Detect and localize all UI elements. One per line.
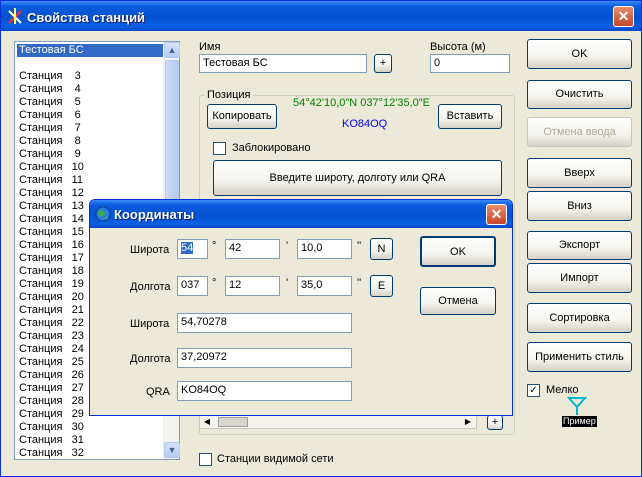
undo-input-button[interactable]: Отмена ввода: [527, 117, 632, 147]
ok-button[interactable]: OK: [527, 39, 632, 69]
scroll-up-icon[interactable]: ▲: [164, 42, 180, 58]
dialog-title: Координаты: [114, 207, 195, 222]
station-list-item[interactable]: Станция 3: [17, 70, 163, 83]
name-input[interactable]: Тестовая БС: [199, 54, 367, 73]
fine-checkbox[interactable]: ✓: [527, 384, 540, 397]
lon-deg-input[interactable]: 037: [177, 276, 208, 296]
name-plus-button[interactable]: +: [374, 54, 392, 73]
up-button[interactable]: Вверх: [527, 158, 632, 188]
sort-button[interactable]: Сортировка: [527, 303, 632, 333]
clear-button[interactable]: Очистить: [527, 80, 632, 109]
paste-button[interactable]: Вставить: [438, 104, 502, 129]
dialog-titlebar[interactable]: Координаты ✕: [90, 200, 512, 228]
globe-icon: [95, 206, 111, 222]
hscroll-thumb[interactable]: [218, 417, 248, 427]
scroll-right-icon[interactable]: ▶: [462, 416, 474, 428]
station-list-item[interactable]: Станция 32: [17, 447, 163, 460]
lat-deg-input[interactable]: 54: [177, 239, 208, 259]
style-horizontal-scrollbar[interactable]: ◀ ▶: [199, 415, 477, 429]
lat-decimal-input[interactable]: 54,70278: [177, 313, 352, 333]
lon-sec-input[interactable]: 35,0: [297, 276, 352, 296]
station-list-item[interactable]: Станция 5: [17, 96, 163, 109]
dialog-ok-button[interactable]: OK: [420, 236, 496, 267]
station-list-item[interactable]: Станция 10: [17, 161, 163, 174]
name-label: Имя: [199, 41, 221, 53]
scroll-down-icon[interactable]: ▼: [164, 442, 180, 458]
lon-dms-label: Долгота: [130, 281, 171, 293]
station-list-item[interactable]: Тестовая БС: [17, 44, 163, 57]
visible-net-label: Станции видимой сети: [217, 453, 334, 465]
locked-label: Заблокировано: [232, 142, 311, 154]
lon-sec-symbol: '': [357, 277, 362, 289]
lat-min-symbol: ': [286, 240, 289, 252]
visible-net-checkbox[interactable]: [199, 453, 212, 466]
qra-input[interactable]: KO84OQ: [177, 381, 352, 401]
dialog-close-button[interactable]: ✕: [486, 204, 507, 225]
station-list-item[interactable]: Станция 11: [17, 174, 163, 187]
enter-coordinates-button[interactable]: Введите широту, долготу или QRA: [213, 160, 502, 196]
station-list-item[interactable]: Станция 30: [17, 421, 163, 434]
scroll-left-icon[interactable]: ◀: [201, 416, 213, 428]
station-list-item[interactable]: Станция 8: [17, 135, 163, 148]
height-input[interactable]: 0: [430, 54, 510, 73]
station-list-item[interactable]: Станция 4: [17, 83, 163, 96]
locked-checkbox[interactable]: [213, 142, 226, 155]
copy-button[interactable]: Копировать: [207, 104, 277, 129]
position-coords: 54°42'10,0"N 037°12'35,0"E: [293, 97, 431, 109]
lat-hemisphere-button[interactable]: N: [370, 238, 393, 260]
bottom-plus-button[interactable]: +: [487, 415, 503, 430]
station-list-item[interactable]: Станция 31: [17, 434, 163, 447]
export-button[interactable]: Экспорт: [527, 231, 632, 260]
lon-min-input[interactable]: 12: [225, 276, 280, 296]
fine-label: Мелко: [546, 384, 579, 396]
lon-min-symbol: ': [286, 277, 289, 289]
scroll-thumb[interactable]: [165, 60, 179, 220]
coordinates-dialog: Координаты ✕ Широта 54 ° 42 ' 10,0 '' N …: [89, 199, 513, 416]
lat-deg-symbol: °: [212, 240, 217, 252]
window-title: Свойства станций: [27, 10, 146, 25]
dialog-cancel-button[interactable]: Отмена: [420, 287, 496, 315]
antenna-preview-icon: [567, 397, 587, 415]
station-list-item[interactable]: [17, 57, 163, 70]
position-qra: KO84OQ: [342, 118, 388, 130]
station-list-item[interactable]: Станция 7: [17, 122, 163, 135]
height-label: Высота (м): [430, 41, 486, 53]
lat-min-input[interactable]: 42: [225, 239, 280, 259]
station-list-item[interactable]: Станция 9: [17, 148, 163, 161]
lat-dms-label: Широта: [130, 244, 170, 256]
position-label: Позиция: [205, 89, 253, 101]
lat-sec-symbol: '': [357, 240, 362, 252]
lon-hemisphere-button[interactable]: E: [370, 275, 393, 297]
lat-decimal-label: Широта: [130, 318, 170, 330]
lat-deg-value: 54: [181, 242, 194, 254]
preview-label: Пример: [562, 416, 597, 427]
lon-decimal-label: Долгота: [130, 353, 171, 365]
app-antenna-icon: [8, 8, 22, 24]
station-list-item[interactable]: Станция 6: [17, 109, 163, 122]
lat-sec-input[interactable]: 10,0: [297, 239, 352, 259]
import-button[interactable]: Импорт: [527, 263, 632, 293]
qra-label: QRA: [146, 386, 170, 398]
window-titlebar[interactable]: Свойства станций ✕: [1, 1, 641, 31]
lon-deg-symbol: °: [212, 277, 217, 289]
lon-decimal-input[interactable]: 37,20972: [177, 348, 352, 368]
apply-style-button[interactable]: Применить стиль: [527, 342, 632, 372]
down-button[interactable]: Вниз: [527, 191, 632, 221]
window-close-button[interactable]: ✕: [613, 6, 634, 27]
